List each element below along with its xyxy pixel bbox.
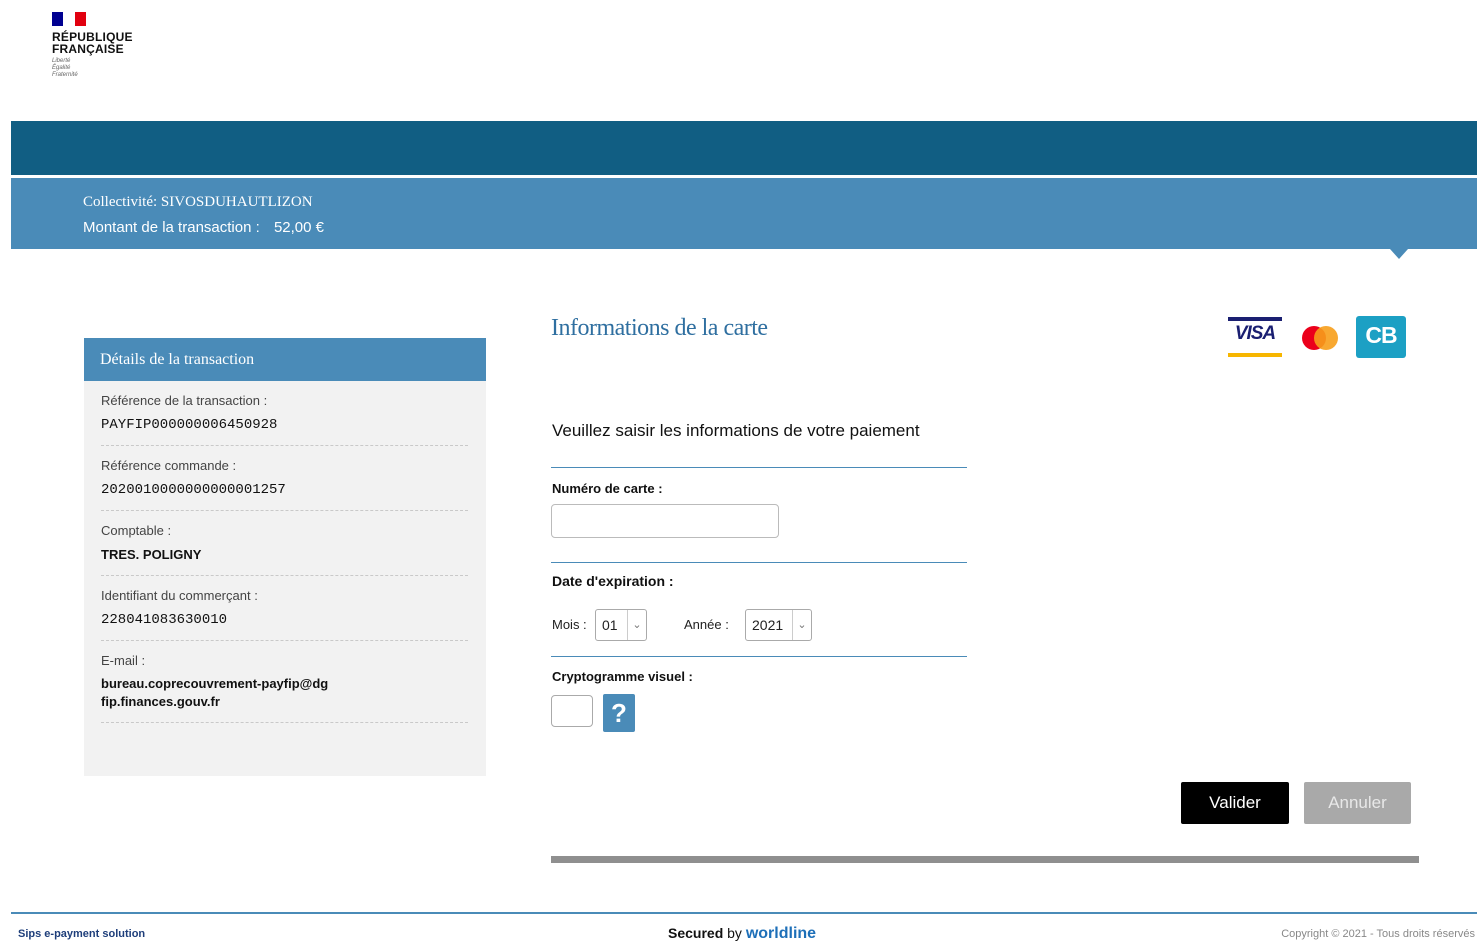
- month-value: 01: [602, 617, 618, 633]
- cvv-input[interactable]: [551, 695, 593, 727]
- band-notch: [1390, 249, 1408, 259]
- footer-divider: [11, 912, 1477, 914]
- help-icon[interactable]: ?: [603, 694, 635, 732]
- detail-transaction-ref: Référence de la transaction : PAYFIP0000…: [101, 381, 468, 446]
- footer-copyright: Copyright © 2021 - Tous droits réservés: [1281, 928, 1475, 940]
- logo-motto-2: Égalité: [52, 65, 71, 71]
- amount-label: Montant de la transaction :: [83, 219, 260, 236]
- collectivite-label: Collectivité:: [83, 194, 158, 210]
- visa-text: VISA: [1234, 323, 1276, 344]
- detail-value: PAYFIP000000006450928: [101, 417, 278, 433]
- details-title: Détails de la transaction: [84, 338, 486, 381]
- chevron-down-icon: ⌄: [792, 610, 811, 640]
- year-label: Année :: [684, 617, 729, 632]
- collectivite-value: SIVOSDUHAUTLIZON: [160, 194, 313, 210]
- cb-icon: CB: [1356, 316, 1406, 358]
- detail-value: 228041083630010: [101, 612, 228, 628]
- detail-label: Référence de la transaction :: [101, 393, 268, 408]
- detail-label: Comptable :: [101, 523, 172, 538]
- detail-label: E-mail :: [101, 653, 146, 668]
- divider: [551, 562, 967, 563]
- expiry-label: Date d'expiration :: [552, 573, 674, 589]
- header-band: [11, 121, 1477, 175]
- mastercard-icon: [1302, 317, 1342, 357]
- month-label: Mois :: [552, 617, 587, 632]
- collectivite-line: Collectivité: SIVOSDUHAUTLIZON: [83, 194, 313, 211]
- month-select[interactable]: 01 ⌄: [595, 609, 647, 641]
- divider: [551, 467, 967, 468]
- footer-sips: Sips e-payment solution: [18, 928, 146, 940]
- detail-email: E-mail : bureau.coprecouvrement-payfip@d…: [101, 641, 468, 723]
- logo-motto-1: Liberté: [52, 58, 71, 64]
- card-logos: VISA CB: [1228, 316, 1406, 358]
- detail-value: bureau.coprecouvrement-payfip@dgfip.fina…: [101, 676, 329, 709]
- card-number-input[interactable]: [551, 504, 779, 538]
- worldline-logo: worldline: [745, 925, 817, 942]
- detail-value: TRES. POLIGNY: [101, 547, 202, 562]
- detail-label: Référence commande :: [101, 458, 237, 473]
- progress-bar: [551, 856, 1419, 863]
- amount-line: Montant de la transaction : 52,00 €: [83, 219, 324, 236]
- divider: [551, 656, 967, 657]
- french-flag-icon: [52, 12, 86, 26]
- card-number-label: Numéro de carte :: [552, 481, 663, 496]
- cb-text: CB: [1365, 322, 1397, 348]
- transaction-details-panel: Détails de la transaction Référence de l…: [84, 338, 486, 776]
- detail-merchant-id: Identifiant du commerçant : 228041083630…: [101, 576, 468, 641]
- chevron-down-icon: ⌄: [627, 610, 646, 640]
- detail-comptable: Comptable : TRES. POLIGNY: [101, 511, 468, 576]
- detail-label: Identifiant du commerçant :: [101, 588, 258, 603]
- payment-prompt: Veuillez saisir les informations de votr…: [552, 421, 920, 440]
- detail-value: 2020010000000000001257: [101, 482, 286, 498]
- by-word: by: [727, 925, 742, 941]
- year-select[interactable]: 2021 ⌄: [745, 609, 812, 641]
- logo-text-line2: FRANÇAISE: [52, 42, 124, 56]
- cvv-label: Cryptogramme visuel :: [552, 669, 693, 684]
- footer-secured: Secured by worldline: [668, 925, 816, 943]
- validate-button[interactable]: Valider: [1181, 782, 1289, 824]
- amount-value: 52,00 €: [273, 219, 324, 236]
- card-info-title: Informations de la carte: [551, 315, 768, 341]
- year-value: 2021: [752, 617, 784, 633]
- visa-icon: VISA: [1228, 317, 1282, 357]
- secured-word: Secured: [668, 925, 724, 941]
- transaction-summary-band: Collectivité: SIVOSDUHAUTLIZON Montant d…: [11, 178, 1477, 249]
- detail-order-ref: Référence commande : 2020010000000000001…: [101, 446, 468, 511]
- cancel-button[interactable]: Annuler: [1304, 782, 1411, 824]
- logo-motto-3: Fraternité: [52, 72, 78, 78]
- republique-francaise-logo: RÉPUBLIQUE FRANÇAISE Liberté Égalité Fra…: [52, 12, 133, 79]
